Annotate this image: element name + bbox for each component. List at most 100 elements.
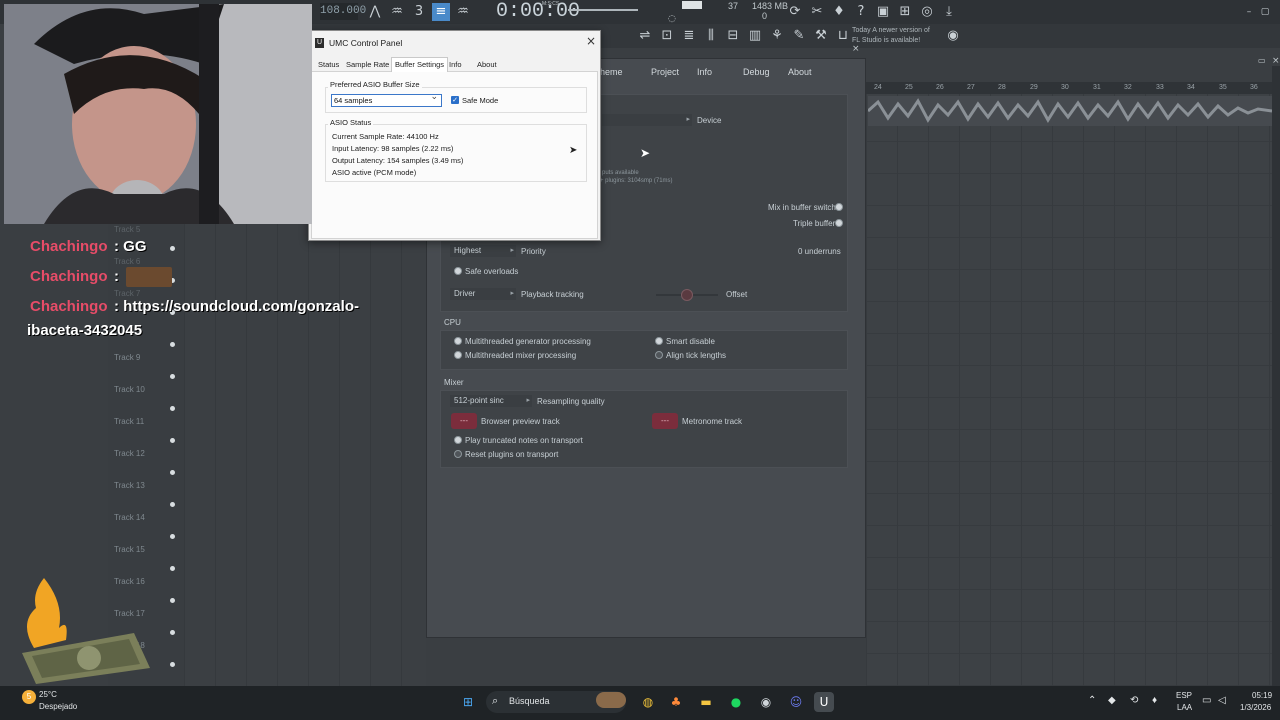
device-dropdown[interactable] [602, 114, 692, 126]
resampling-quality-dropdown[interactable]: 512-point sinc [450, 395, 532, 407]
blend-notes-icon[interactable]: ♒ [454, 3, 472, 21]
piano-roll-icon[interactable]: ⫼ [702, 27, 720, 45]
mic-icon[interactable]: ♦ [830, 3, 848, 21]
tab-project[interactable]: Project [651, 67, 679, 77]
buffer-size-select[interactable]: 64 samples [331, 92, 442, 107]
master-volume-slider[interactable] [568, 9, 638, 11]
brush-icon[interactable]: ✎ [790, 27, 808, 45]
news-panel[interactable]: Today A newer version of FL Studio is av… [852, 26, 930, 46]
mic-tray-icon[interactable]: ♦ [1152, 695, 1157, 706]
windows-start-icon[interactable]: ⊞ [458, 692, 478, 712]
account-icon[interactable]: ◉ [944, 27, 962, 45]
tab-theme[interactable]: heme [600, 67, 623, 77]
tab-info[interactable]: Info [449, 60, 462, 69]
spotify-icon[interactable]: ● [726, 692, 746, 712]
reset-plugins-toggle[interactable] [454, 450, 462, 458]
playlist-grid-left[interactable] [184, 224, 426, 686]
channel-rack-icon[interactable]: ⊟ [724, 27, 742, 45]
network-icon[interactable]: ⟲ [1130, 695, 1138, 706]
discord-icon[interactable]: ☺ [786, 692, 806, 712]
track-mute-dot[interactable] [170, 534, 175, 539]
track-mute-dot[interactable] [170, 374, 175, 379]
maximize-icon[interactable]: ▢ [1256, 3, 1274, 21]
track-mute-dot[interactable] [170, 566, 175, 571]
keyboard-layout[interactable]: LAA [1177, 703, 1192, 712]
weather-desc[interactable]: Despejado [39, 702, 77, 711]
triple-buffer-toggle[interactable] [835, 219, 843, 227]
multithreaded-mixer-toggle[interactable] [454, 351, 462, 359]
tools-icon[interactable]: ⚒ [812, 27, 830, 45]
track-mute-dot[interactable] [170, 598, 175, 603]
restore-icon[interactable]: ▭ [1258, 56, 1266, 65]
close-icon[interactable]: × [586, 34, 596, 48]
save-icon[interactable]: ▣ [874, 3, 892, 21]
weather-icon[interactable]: 5 [22, 690, 36, 704]
smart-disable-toggle[interactable] [655, 337, 663, 345]
playlist-scrollbar[interactable] [1272, 66, 1280, 686]
snap-icon[interactable]: ⇌ [636, 27, 654, 45]
pattern-icon[interactable]: ⊡ [658, 27, 676, 45]
timeline-ruler[interactable] [866, 82, 1272, 94]
asio-state: ASIO active (PCM mode) [332, 168, 417, 177]
play-truncated-notes-toggle[interactable] [454, 436, 462, 444]
offset-knob[interactable] [681, 289, 693, 301]
language-code[interactable]: ESP [1176, 691, 1192, 700]
playlist-icon[interactable]: ≣ [680, 27, 698, 45]
help-icon[interactable]: ? [852, 3, 870, 21]
cut-icon[interactable]: ✂ [808, 3, 826, 21]
track-mute-dot[interactable] [170, 470, 175, 475]
reload-icon[interactable]: ⟳ [786, 3, 804, 21]
track-mute-dot[interactable] [170, 502, 175, 507]
clock-date[interactable]: 1/3/2026 [1240, 703, 1271, 712]
multithreaded-generator-toggle[interactable] [454, 337, 462, 345]
tab-status[interactable]: Status [318, 60, 339, 69]
display-icon[interactable]: ▭ [1202, 695, 1211, 706]
track-mute-dot[interactable] [170, 342, 175, 347]
weather-temp[interactable]: 25°C [39, 690, 57, 699]
obs-icon[interactable]: ◉ [756, 692, 776, 712]
tab-about[interactable]: About [477, 60, 497, 69]
loop-record-icon[interactable]: ≡ [432, 3, 450, 21]
playlist-grid-right[interactable] [866, 82, 1280, 686]
safe-mode-checkbox[interactable]: ✓ [451, 96, 459, 104]
tab-about[interactable]: About [788, 67, 812, 77]
file-explorer-icon[interactable]: ▬ [696, 692, 716, 712]
browser-preview-track-button[interactable]: --- [451, 413, 477, 429]
track-mute-dot[interactable] [170, 246, 175, 251]
fl-studio-icon[interactable]: ♣ [666, 692, 686, 712]
track-mute-dot[interactable] [170, 630, 175, 635]
volume-icon[interactable]: ◁ [1218, 695, 1226, 706]
mix-in-buffer-switch-toggle[interactable] [835, 203, 843, 211]
tempo-display[interactable]: 108.000 [320, 3, 366, 20]
chat-icon[interactable]: ◎ [918, 3, 936, 21]
track-mute-dot[interactable] [170, 406, 175, 411]
plugin-icon[interactable]: ⊞ [896, 3, 914, 21]
align-tick-lengths-toggle[interactable] [655, 351, 663, 359]
playback-tracking-dropdown[interactable]: Driver [450, 288, 516, 300]
wait-icon[interactable]: ♒ [388, 3, 406, 21]
tab-info[interactable]: Info [697, 67, 712, 77]
track-mute-dot[interactable] [170, 438, 175, 443]
track-label: Track 9 [114, 353, 141, 362]
close-playlist-icon[interactable]: × [1272, 56, 1280, 66]
countdown-icon[interactable]: 3 [410, 3, 428, 21]
audio-clip-waveform[interactable] [868, 96, 1272, 126]
tab-sample-rate[interactable]: Sample Rate [346, 60, 389, 69]
basket-icon[interactable]: ⊔ [834, 27, 852, 45]
tray-overflow-icon[interactable]: ⌃ [1088, 695, 1096, 706]
chrome-icon[interactable]: ◍ [638, 692, 658, 712]
track-mute-dot[interactable] [170, 662, 175, 667]
tab-buffer-settings[interactable]: Buffer Settings [391, 57, 449, 72]
browser-icon[interactable]: ▥ [746, 27, 764, 45]
clock-time[interactable]: 05:19 [1252, 691, 1272, 700]
priority-dropdown[interactable]: Highest [450, 245, 516, 257]
umc-taskbar-icon[interactable]: U [814, 692, 834, 712]
safe-overloads-toggle[interactable] [454, 267, 462, 275]
download-icon[interactable]: ⤓ [940, 3, 958, 21]
metronome-icon[interactable]: ⋀ [366, 3, 384, 21]
tray-app-icon[interactable]: ◆ [1108, 695, 1116, 706]
plugin-picker-icon[interactable]: ⚘ [768, 27, 786, 45]
metronome-track-button[interactable]: --- [652, 413, 678, 429]
settings-close-icon[interactable]: × [852, 44, 860, 54]
tab-debug[interactable]: Debug [743, 67, 770, 77]
